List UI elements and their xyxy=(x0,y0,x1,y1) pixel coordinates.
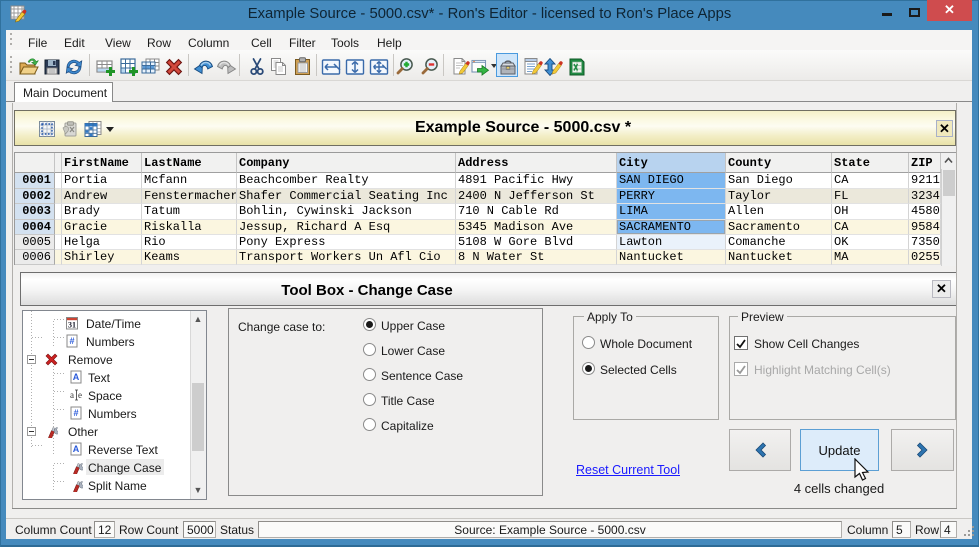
svg-text:#: # xyxy=(73,408,78,418)
svg-text:#: # xyxy=(69,336,74,346)
svg-text:A: A xyxy=(73,444,80,454)
svg-text:e: e xyxy=(78,390,82,400)
svg-text:A: A xyxy=(73,372,80,382)
svg-text:a: a xyxy=(70,390,74,400)
svg-text:31: 31 xyxy=(68,321,76,330)
